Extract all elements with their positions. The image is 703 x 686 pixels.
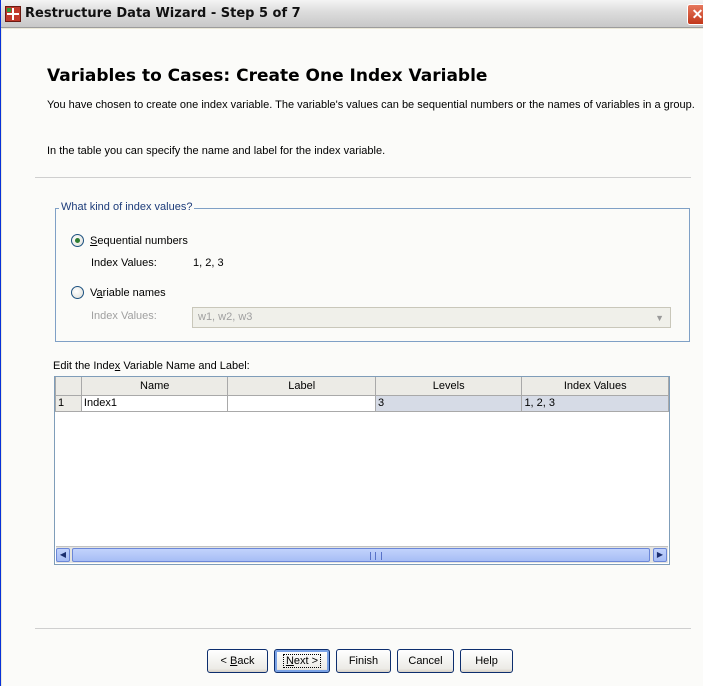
sequential-numbers-label: Sequential numbers [90, 234, 188, 247]
variable-names-label: Variable names [90, 286, 166, 299]
next-button[interactable]: Next > [274, 649, 330, 673]
grip-icon [370, 552, 382, 560]
variable-group-value: w1, w2, w3 [198, 311, 253, 323]
cell-label[interactable] [227, 394, 376, 412]
scrollbar-thumb[interactable] [72, 548, 650, 562]
grid-label: Edit the Index Variable Name and Label: [53, 360, 250, 372]
window-title: Restructure Data Wizard - Step 5 of 7 [25, 6, 301, 21]
title-bar[interactable]: Restructure Data Wizard - Step 5 of 7 ✕ [1, 0, 703, 28]
table-row[interactable]: 1 Index1 3 1, 2, 3 [55, 394, 669, 412]
dropdown-arrow-icon[interactable]: ▼ [655, 313, 664, 323]
column-header-levels[interactable]: Levels [374, 377, 523, 396]
sequential-index-values: 1, 2, 3 [193, 257, 224, 269]
wizard-window: Restructure Data Wizard - Step 5 of 7 ✕ … [0, 0, 703, 686]
row-number: 1 [55, 394, 82, 412]
variable-group-select[interactable]: w1, w2, w3 ▼ [192, 307, 671, 328]
variable-index-values-label: Index Values: [91, 310, 157, 322]
close-icon[interactable]: ✕ [687, 4, 703, 25]
finish-button[interactable]: Finish [336, 649, 391, 673]
divider [35, 177, 691, 178]
column-header-index-values[interactable]: Index Values [521, 377, 669, 396]
radio-selected-icon [71, 234, 84, 247]
page-description: You have chosen to create one index vari… [47, 99, 695, 111]
column-header-label[interactable]: Label [227, 377, 376, 396]
variable-names-radio[interactable]: Variable names [71, 286, 166, 299]
horizontal-scrollbar[interactable]: ◀ ▶ [56, 546, 668, 563]
column-header-name[interactable]: Name [80, 377, 229, 396]
cell-index-values: 1, 2, 3 [521, 394, 669, 412]
wizard-content [2, 29, 703, 686]
index-variable-table: Name Label Levels Index Values 1 Index1 … [55, 377, 669, 412]
index-kind-legend: What kind of index values? [59, 201, 195, 213]
page-description-2: In the table you can specify the name an… [47, 145, 386, 157]
sequential-numbers-radio[interactable]: Sequential numbers [71, 234, 188, 247]
cell-name[interactable]: Index1 [80, 394, 229, 412]
cell-levels: 3 [374, 394, 523, 412]
help-button[interactable]: Help [460, 649, 513, 673]
index-variable-grid[interactable]: Name Label Levels Index Values 1 Index1 … [54, 376, 670, 565]
spss-app-icon [5, 6, 21, 22]
scroll-right-icon[interactable]: ▶ [653, 548, 667, 562]
divider-bottom [35, 628, 691, 629]
back-button[interactable]: < Back [207, 649, 268, 673]
scroll-left-icon[interactable]: ◀ [56, 548, 70, 562]
page-title: Variables to Cases: Create One Index Var… [47, 66, 488, 86]
radio-unselected-icon [71, 286, 84, 299]
grid-corner [55, 377, 82, 396]
sequential-index-values-label: Index Values: [91, 257, 157, 269]
cancel-button[interactable]: Cancel [397, 649, 454, 673]
